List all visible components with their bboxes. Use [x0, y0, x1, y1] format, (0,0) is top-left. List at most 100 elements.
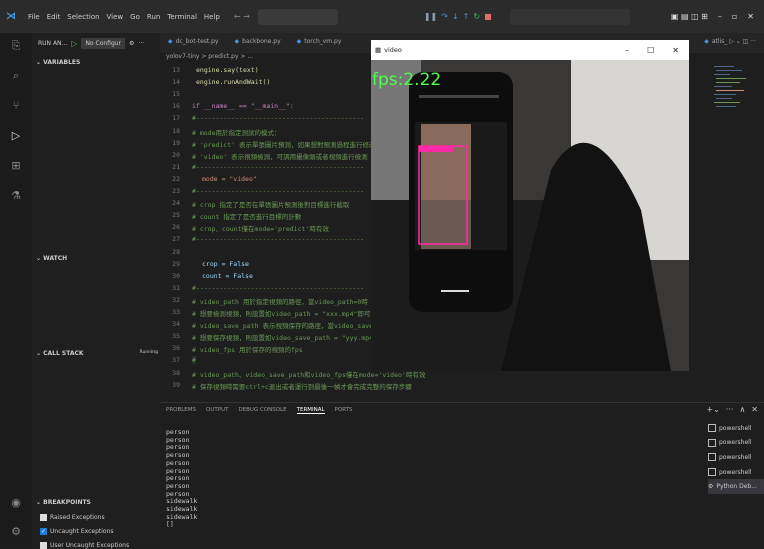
minimap[interactable] [712, 64, 750, 124]
menu-terminal[interactable]: Terminal [167, 13, 197, 21]
terminal-item[interactable]: powershell [708, 465, 764, 480]
code-line[interactable]: # 想要保存視頻，則設置如video_save_path = "yyy.mp4" [192, 332, 377, 342]
stop-icon[interactable]: ■ [484, 12, 492, 21]
code-line[interactable]: mode = "video" [202, 175, 257, 183]
menu-file[interactable]: File [28, 13, 40, 21]
line-number: 36 [172, 344, 180, 353]
breakpoint-raised[interactable]: Raised Exceptions [40, 514, 105, 521]
settings-gear-icon[interactable]: ⚙ [8, 525, 24, 541]
code-line[interactable]: #---------------------------------------… [192, 187, 364, 195]
code-line[interactable]: # 想要檢測視頻，則設置如video_path = "xxx.mp4"即可 [192, 308, 370, 318]
panel-actions: +⌄ ··· ∧ ✕ [706, 405, 758, 414]
line-number: 26 [172, 223, 180, 232]
terminal-item[interactable]: powershell [708, 436, 764, 451]
code-line[interactable]: count = False [202, 272, 253, 280]
line-number: 28 [172, 247, 180, 256]
tab-ports[interactable]: PORTS [335, 407, 353, 414]
pause-icon[interactable]: ❚❚ [424, 12, 437, 21]
video-title-bar: ▦ video – ☐ ✕ [371, 40, 689, 60]
extensions-icon[interactable]: ⊞ [8, 159, 24, 175]
search-box[interactable] [509, 8, 630, 25]
terminal-item[interactable]: powershell [708, 450, 764, 465]
start-debug-icon[interactable]: ▷ [71, 39, 77, 48]
restart-icon[interactable]: ↻ [473, 12, 480, 21]
command-center[interactable] [257, 8, 338, 25]
layout-icon[interactable]: ▣ ▤ ◫ ⊞ [671, 12, 708, 21]
breakpoint-user-uncaught[interactable]: User Uncaught Exceptions [40, 542, 129, 549]
explorer-icon[interactable]: ⎘ [8, 39, 24, 55]
terminal-item-python-debug[interactable]: ⚙ Python Deb... [708, 479, 764, 494]
watch-section[interactable]: ⌄ WATCH [32, 255, 164, 262]
close-icon[interactable]: ✕ [672, 46, 679, 55]
close-panel-icon[interactable]: ✕ [751, 405, 758, 414]
code-line[interactable]: # 'predict' 表示單張圖片預測，如果想對預測過程進行修改 [192, 139, 375, 149]
search-icon[interactable]: ⌕ [8, 69, 24, 85]
minimize-icon[interactable]: – [718, 12, 722, 21]
code-line[interactable]: # video_fps 用於保存的視頻的fps [192, 344, 303, 354]
variables-section[interactable]: ⌄ VARIABLES [32, 59, 164, 66]
nav-arrows-icon[interactable]: ← → [234, 12, 250, 21]
testing-icon[interactable]: ⚗ [8, 189, 24, 205]
launch-config-select[interactable]: No Configur [81, 37, 126, 49]
step-into-icon[interactable]: ↓ [452, 12, 459, 21]
breakpoint-uncaught[interactable]: ✓ Uncaught Exceptions [40, 528, 114, 535]
code-editor[interactable]: 13 engine.say(text) 14 engine.runAndWait() 1… [160, 66, 425, 398]
checkbox[interactable] [40, 542, 47, 549]
call-stack-section[interactable]: ⌄ CALL STACK Running [32, 350, 164, 357]
more-icon[interactable]: ··· [726, 405, 734, 414]
menu-view[interactable]: View [107, 13, 124, 21]
tab-terminal[interactable]: TERMINAL [296, 407, 325, 414]
code-line[interactable]: # 'video' 表示視頻檢測，可調用攝像頭或者視頻進行檢測 [192, 151, 368, 161]
breakpoints-section[interactable]: ⌄ BREAKPOINTS [32, 499, 164, 506]
close-icon[interactable]: ✕ [747, 12, 754, 21]
step-out-icon[interactable]: ↑ [463, 12, 470, 21]
code-line[interactable]: crop = False [202, 260, 249, 268]
code-line[interactable]: #---------------------------------------… [192, 163, 364, 171]
code-line[interactable]: #---------------------------------------… [192, 235, 364, 243]
account-icon[interactable]: ◉ [8, 496, 24, 512]
tab-atlis[interactable]: ◆ atlis_ ▷ ⌄ ◫ ··· [696, 33, 764, 53]
camera-image [371, 60, 689, 371]
terminal-item[interactable]: powershell [708, 421, 764, 436]
code-line[interactable]: #---------------------------------------… [192, 114, 364, 122]
code-line[interactable]: # [192, 356, 196, 365]
menu-run[interactable]: Run [147, 13, 160, 21]
menu-go[interactable]: Go [130, 13, 140, 21]
tab-backbone[interactable]: ◆ backbone.py [227, 33, 289, 53]
tab-problems[interactable]: PROBLEMS [166, 407, 196, 414]
menu-help[interactable]: Help [204, 13, 220, 21]
code-line[interactable]: # 保存視頻時需要ctrl+c退出或者運行到最後一幀才會完成完整的保存步驟 [192, 381, 412, 391]
debug-gear-icon[interactable]: ⚙ [129, 40, 134, 47]
source-control-icon[interactable]: ⑂ [8, 99, 24, 115]
line-number: 38 [172, 368, 180, 377]
code-line[interactable]: # crop 指定了是否在單張圖片預測後對目標進行截取 [192, 199, 349, 209]
code-line[interactable]: if __name__ == "__main__": [192, 102, 294, 110]
code-line[interactable]: # video_path 用於指定視頻的路徑，當video_path=0時 [192, 296, 368, 306]
tab-dc-bot-test[interactable]: ◆ dc_bot-test.py [160, 33, 227, 53]
run-debug-icon[interactable]: ▷ [8, 129, 24, 145]
terminal-output[interactable]: person person person person person person pers… [166, 428, 197, 529]
maximize-panel-icon[interactable]: ∧ [739, 405, 745, 414]
code-line[interactable]: # video_save_path 表示視頻保存的路徑，當video_save [192, 320, 373, 330]
menu-selection[interactable]: Selection [67, 13, 99, 21]
code-line[interactable]: engine.say(text) [196, 66, 259, 74]
code-line[interactable]: # crop、count僅在mode='predict'時有效 [192, 223, 329, 233]
breadcrumb[interactable]: yolov7-tiny > predict.py > ... [160, 53, 376, 64]
code-line[interactable]: engine.runAndWait() [196, 78, 270, 86]
code-line[interactable]: #---------------------------------------… [192, 284, 364, 292]
minimize-icon[interactable]: – [625, 46, 629, 55]
tab-output[interactable]: OUTPUT [206, 407, 228, 414]
tab-torch-vm[interactable]: ◆ torch_vm.py [289, 33, 350, 53]
step-over-icon[interactable]: ↷ [441, 12, 448, 21]
tab-debug-console[interactable]: DEBUG CONSOLE [238, 407, 286, 414]
new-terminal-icon[interactable]: +⌄ [706, 405, 719, 414]
checkbox[interactable] [40, 514, 47, 521]
code-line[interactable]: # mode用於指定測試的模式： [192, 127, 280, 137]
menu-edit[interactable]: Edit [47, 13, 61, 21]
more-icon[interactable]: ··· [138, 40, 144, 47]
code-line[interactable]: # count 指定了是否進行目標的計數 [192, 211, 301, 221]
maximize-icon[interactable]: ▫ [732, 12, 737, 21]
video-window[interactable]: ▦ video – ☐ ✕ fps:2.22 [371, 40, 689, 371]
maximize-icon[interactable]: ☐ [647, 46, 654, 55]
checkbox-checked[interactable]: ✓ [40, 528, 47, 535]
